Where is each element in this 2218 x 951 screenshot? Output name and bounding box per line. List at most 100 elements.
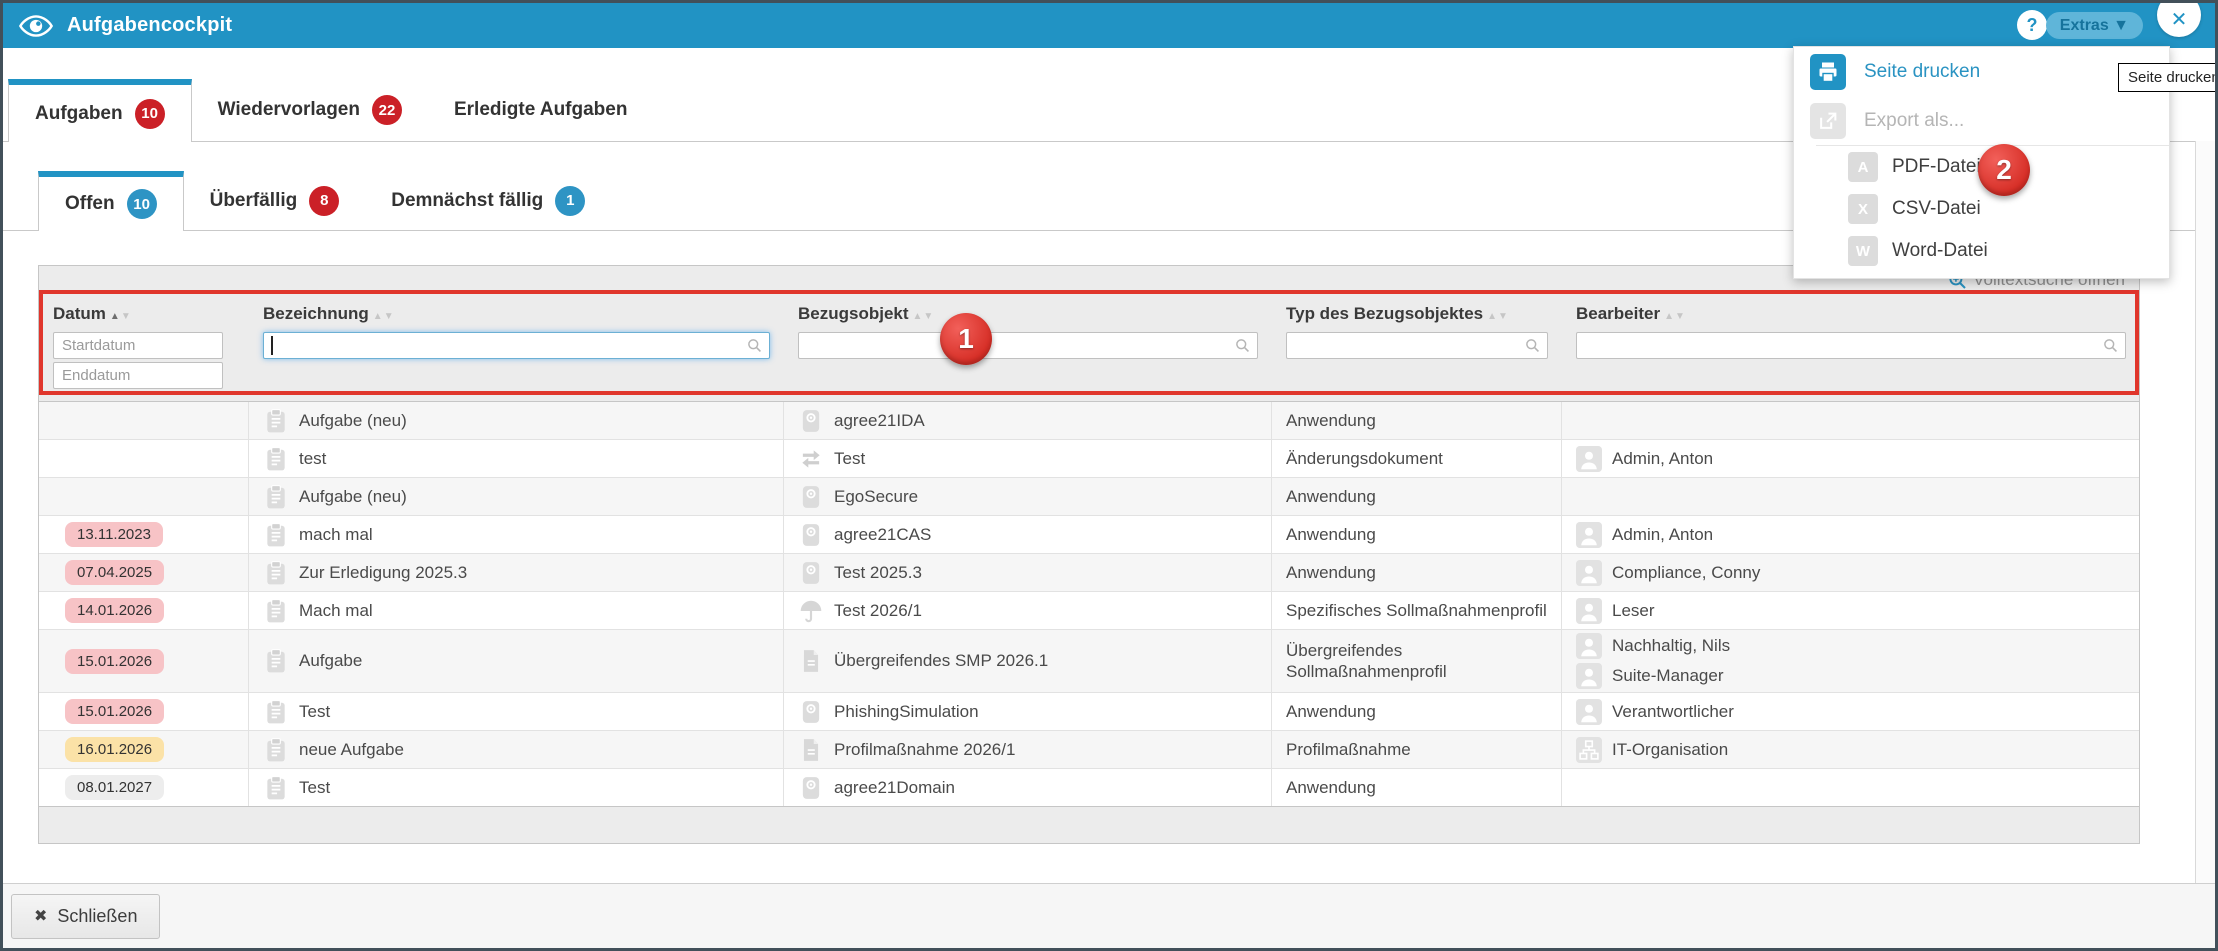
table-row[interactable]: 16.01.2026neue AufgabeProfilmaßnahme 202… bbox=[39, 731, 2139, 769]
name-filter-input[interactable] bbox=[263, 332, 770, 359]
sort-icons[interactable]: ▲▼ bbox=[1664, 311, 1686, 322]
text-caret bbox=[271, 336, 273, 355]
table-row[interactable]: Aufgabe (neu)EgoSecureAnwendung bbox=[39, 478, 2139, 516]
magnifier-icon bbox=[1525, 338, 1540, 353]
pdf-file-icon: A bbox=[1848, 152, 1878, 182]
table-row[interactable]: 15.01.2026AufgabeÜbergreifendes SMP 2026… bbox=[39, 630, 2139, 693]
extras-button[interactable]: Extras ▼ bbox=[2046, 12, 2143, 39]
person-icon bbox=[1576, 663, 1602, 689]
menu-item-print-label: Seite drucken bbox=[1864, 61, 1980, 83]
sort-icons[interactable]: ▲▼ bbox=[110, 311, 132, 322]
task-name: Mach mal bbox=[299, 601, 373, 621]
due-date-pill: 15.01.2026 bbox=[65, 649, 164, 674]
object-filter-input[interactable] bbox=[798, 332, 1258, 359]
object-cell: Profilmaßnahme 2026/1 bbox=[784, 731, 1272, 768]
assignee-name: Verantwortlicher bbox=[1612, 702, 1734, 722]
table-row[interactable]: 13.11.2023mach malagree21CASAnwendungAdm… bbox=[39, 516, 2139, 554]
assignee-cell: Admin, Anton bbox=[1562, 516, 2140, 553]
tab-demn-chst-f-llig[interactable]: Demnächst fällig1 bbox=[365, 171, 611, 230]
menu-item-csv-label: CSV-Datei bbox=[1892, 198, 1981, 220]
assignee-cell: Compliance, Conny bbox=[1562, 554, 2140, 591]
assignee-name: Suite-Manager bbox=[1612, 666, 1724, 686]
export-icon bbox=[1810, 103, 1846, 139]
tab-erledigte-aufgaben[interactable]: Erledigte Aufgaben bbox=[428, 79, 653, 141]
table-row[interactable]: 08.01.2027 Test agree21Domain Anwendung bbox=[39, 769, 2139, 806]
type-filter-cell bbox=[1272, 324, 1562, 389]
table-row[interactable]: Aufgabe (neu)agree21IDAAnwendung bbox=[39, 402, 2139, 440]
task-name-cell: Aufgabe bbox=[249, 630, 784, 692]
due-date-pill: 15.01.2026 bbox=[65, 699, 164, 724]
table-row[interactable]: 14.01.2026Mach malTest 2026/1Spezifische… bbox=[39, 592, 2139, 630]
task-name: Test bbox=[299, 778, 330, 798]
object-type: Anwendung bbox=[1286, 562, 1376, 583]
menu-item-print[interactable]: Seite drucken bbox=[1794, 47, 2169, 96]
menu-item-pdf[interactable]: A PDF-Datei... bbox=[1816, 146, 2169, 188]
tab-aufgaben[interactable]: Aufgaben10 bbox=[8, 79, 192, 142]
table-row[interactable]: 07.04.2025Zur Erledigung 2025.3Test 2025… bbox=[39, 554, 2139, 592]
object-type: Anwendung bbox=[1286, 777, 1376, 798]
object-type: Anwendung bbox=[1286, 486, 1376, 507]
task-icon bbox=[263, 737, 289, 763]
assignee: Admin, Anton bbox=[1576, 522, 1713, 548]
person-icon bbox=[1576, 446, 1602, 472]
table-row[interactable]: testTestÄnderungsdokumentAdmin, Anton bbox=[39, 440, 2139, 478]
object-name: PhishingSimulation bbox=[834, 702, 979, 722]
object-name: Test 2026/1 bbox=[834, 601, 922, 621]
csv-file-icon: X bbox=[1848, 194, 1878, 224]
menu-item-export: Export als... bbox=[1794, 96, 2169, 145]
object-type-cell: Anwendung bbox=[1272, 769, 1562, 806]
name-filter-cell bbox=[249, 324, 784, 389]
tab-wiedervorlagen[interactable]: Wiedervorlagen22 bbox=[192, 79, 428, 141]
word-file-icon: W bbox=[1848, 236, 1878, 266]
assignee-name: Nachhaltig, Nils bbox=[1612, 636, 1730, 656]
column-header-datum[interactable]: Datum▲▼ bbox=[39, 294, 249, 324]
due-date-pill: 14.01.2026 bbox=[65, 598, 164, 623]
magnifier-icon bbox=[1235, 338, 1250, 353]
column-header-bezugsobjekt[interactable]: Bezugsobjekt▲▼ bbox=[784, 294, 1272, 324]
object-type: Änderungsdokument bbox=[1286, 448, 1443, 469]
table-row[interactable]: 15.01.2026TestPhishingSimulationAnwendun… bbox=[39, 693, 2139, 731]
due-date-cell: 16.01.2026 bbox=[39, 731, 249, 768]
tab-berf-llig[interactable]: Überfällig8 bbox=[184, 171, 366, 230]
tab-count-badge: 1 bbox=[555, 186, 585, 216]
sort-icons[interactable]: ▲▼ bbox=[373, 311, 395, 322]
assignee-cell: Verantwortlicher bbox=[1562, 693, 2140, 730]
magnifier-icon bbox=[747, 338, 762, 353]
column-header-bearbeiter[interactable]: Bearbeiter▲▼ bbox=[1562, 294, 2140, 324]
assignee-cell bbox=[1562, 402, 2140, 439]
assignee: Verantwortlicher bbox=[1576, 699, 1734, 725]
close-window-button[interactable]: ✕ bbox=[2157, 0, 2201, 37]
due-date-cell bbox=[39, 478, 249, 515]
person-icon bbox=[1576, 522, 1602, 548]
object-type-cell: Profilmaßnahme bbox=[1272, 731, 1562, 768]
task-icon bbox=[263, 648, 289, 674]
help-button[interactable]: ? bbox=[2017, 10, 2047, 40]
assignee: Admin, Anton bbox=[1576, 446, 1713, 472]
column-header-typ[interactable]: Typ des Bezugsobjektes▲▼ bbox=[1272, 294, 1562, 324]
due-date-pill: 07.04.2025 bbox=[65, 560, 164, 585]
end-date-input[interactable] bbox=[53, 362, 223, 389]
due-date-pill: 08.01.2027 bbox=[65, 775, 164, 800]
print-tooltip: Seite drucken bbox=[2118, 63, 2218, 92]
start-date-input[interactable] bbox=[53, 332, 223, 359]
close-button[interactable]: ✖ Schließen bbox=[11, 894, 160, 939]
sort-icons[interactable]: ▲▼ bbox=[913, 311, 935, 322]
org-icon bbox=[1576, 737, 1602, 763]
menu-item-word-label: Word-Datei bbox=[1892, 240, 1988, 262]
object-type-cell: Übergreifendes Sollmaßnahmenprofil bbox=[1272, 630, 1562, 692]
menu-item-word[interactable]: W Word-Datei bbox=[1816, 230, 2169, 272]
task-name-cell: test bbox=[249, 440, 784, 477]
sort-icons[interactable]: ▲▼ bbox=[1487, 311, 1509, 322]
task-name: Aufgabe (neu) bbox=[299, 487, 407, 507]
menu-item-pdf-label: PDF-Datei... bbox=[1892, 156, 1997, 178]
type-filter-input[interactable] bbox=[1286, 332, 1548, 359]
column-header-bezeichnung[interactable]: Bezeichnung▲▼ bbox=[249, 294, 784, 324]
object-type-cell: Anwendung bbox=[1272, 402, 1562, 439]
assignee-filter-input[interactable] bbox=[1576, 332, 2126, 359]
object-name: agree21Domain bbox=[834, 778, 955, 798]
menu-item-csv[interactable]: X CSV-Datei bbox=[1816, 188, 2169, 230]
application-icon bbox=[798, 522, 824, 548]
tab-offen[interactable]: Offen10 bbox=[38, 171, 184, 231]
assignee-cell bbox=[1562, 769, 2140, 806]
assignee: Nachhaltig, Nils bbox=[1576, 633, 1730, 659]
